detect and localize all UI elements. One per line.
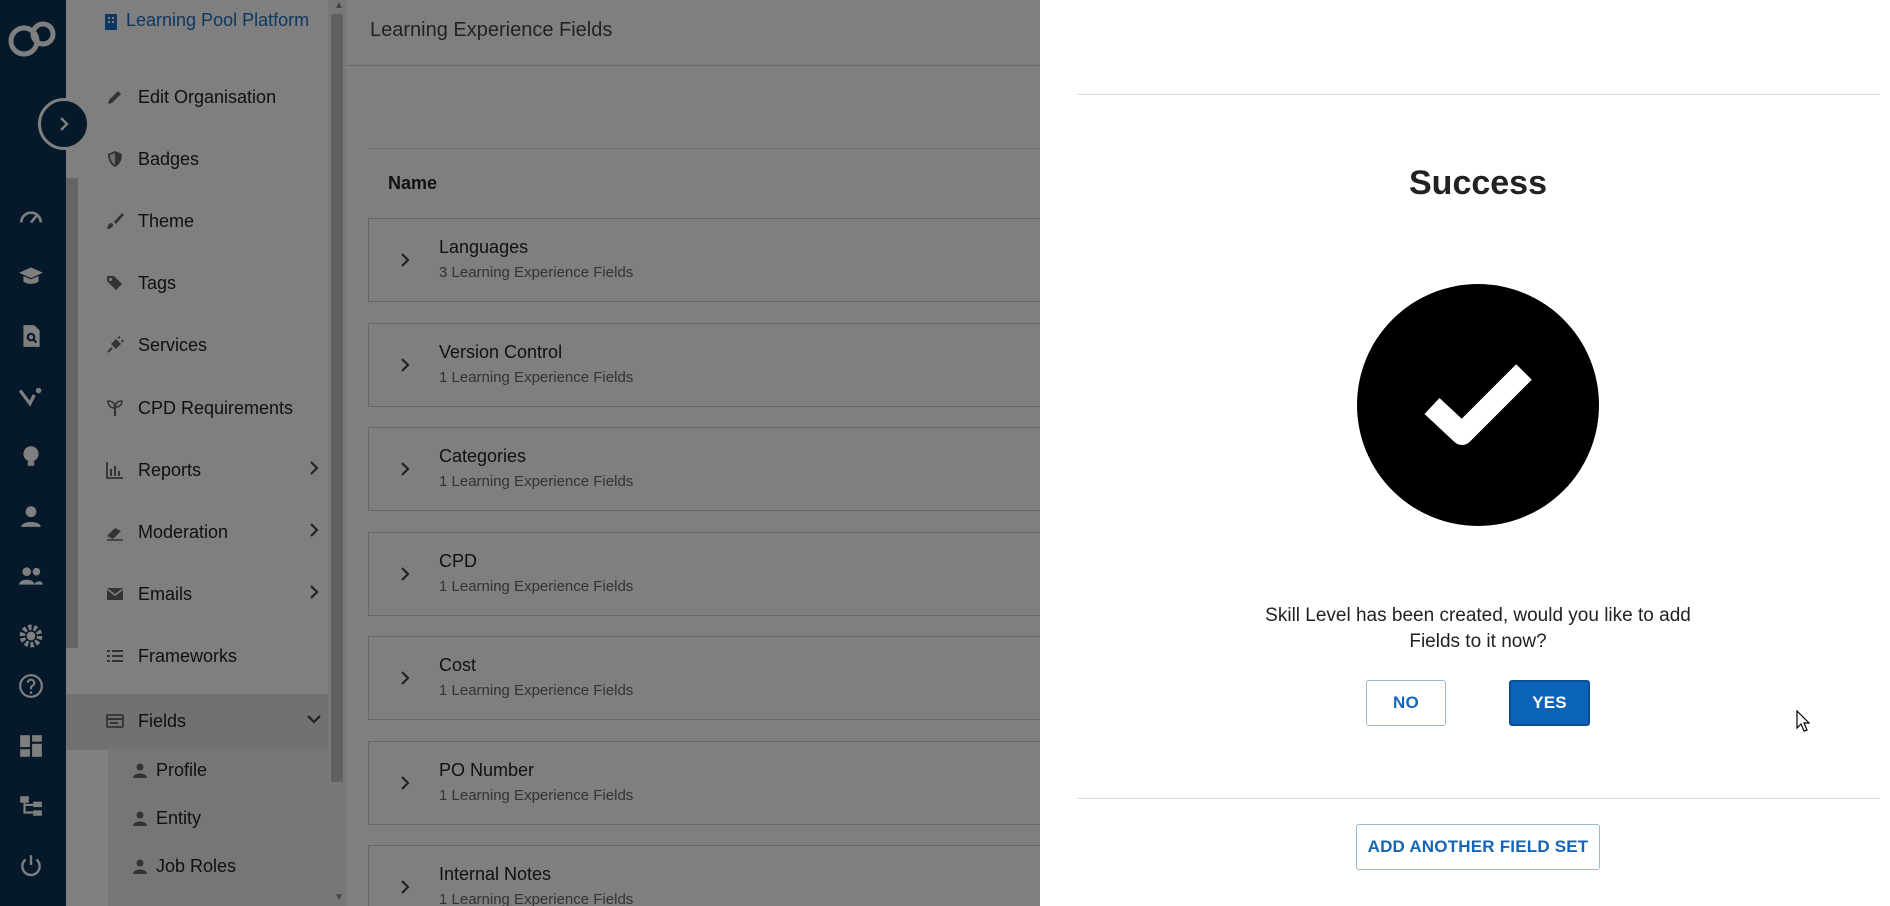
no-button[interactable]: NO [1366, 680, 1446, 726]
dialog-title: Success [1409, 164, 1547, 202]
success-drawer: Success Skill Level has been created, wo… [1040, 0, 1890, 906]
mouse-cursor-icon [1796, 710, 1810, 732]
divider [1078, 798, 1880, 799]
yes-button[interactable]: YES [1509, 680, 1590, 726]
dialog-message: Skill Level has been created, would you … [1265, 605, 1691, 652]
add-another-field-set-button[interactable]: ADD ANOTHER FIELD SET [1356, 824, 1600, 870]
success-check-icon [1357, 284, 1599, 526]
divider [1078, 94, 1880, 95]
